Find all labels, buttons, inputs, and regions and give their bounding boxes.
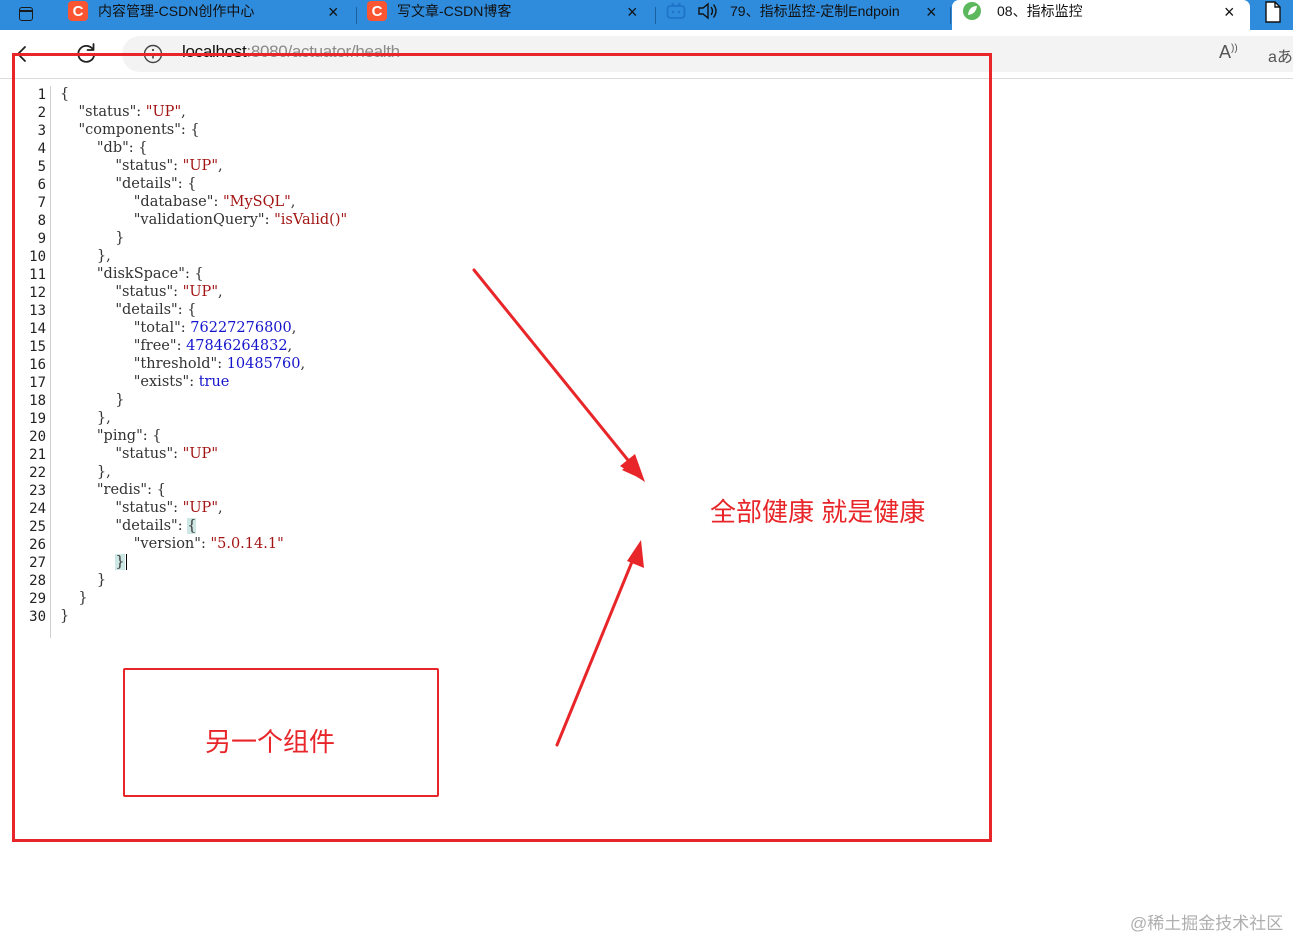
arrow-up-right	[555, 540, 644, 747]
watermark: @稀土掘金技术社区	[1130, 914, 1284, 933]
arrow-down-right	[472, 268, 645, 482]
annotation-arrows	[472, 268, 645, 747]
